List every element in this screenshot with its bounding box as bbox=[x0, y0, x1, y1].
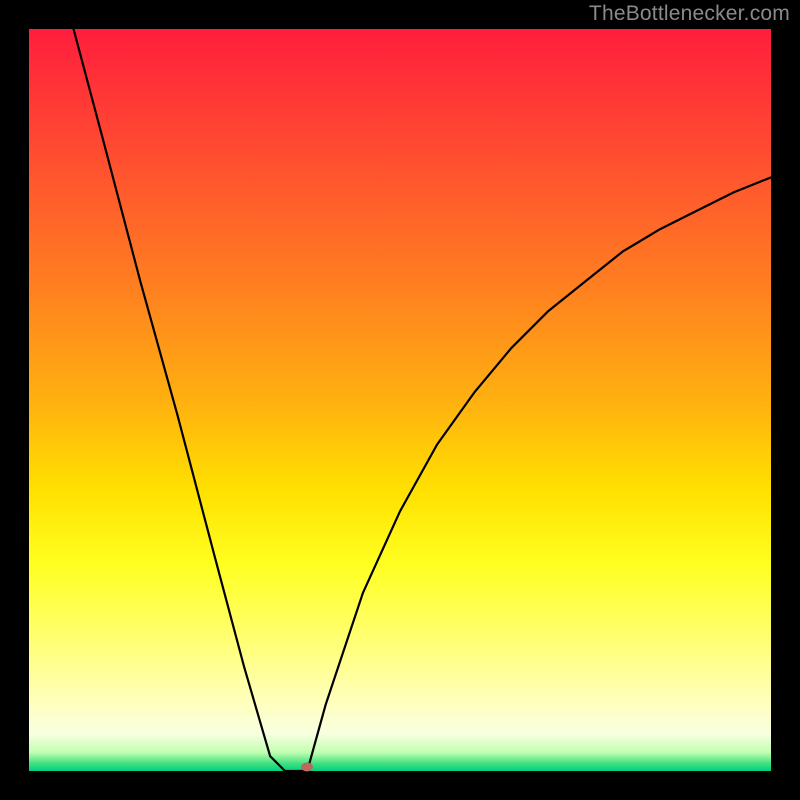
plot-area bbox=[29, 29, 771, 771]
chart-frame: TheBottlenecker.com bbox=[0, 0, 800, 800]
bottleneck-curve bbox=[29, 29, 771, 771]
optimal-point-marker bbox=[301, 762, 313, 771]
watermark-text: TheBottlenecker.com bbox=[589, 2, 790, 26]
